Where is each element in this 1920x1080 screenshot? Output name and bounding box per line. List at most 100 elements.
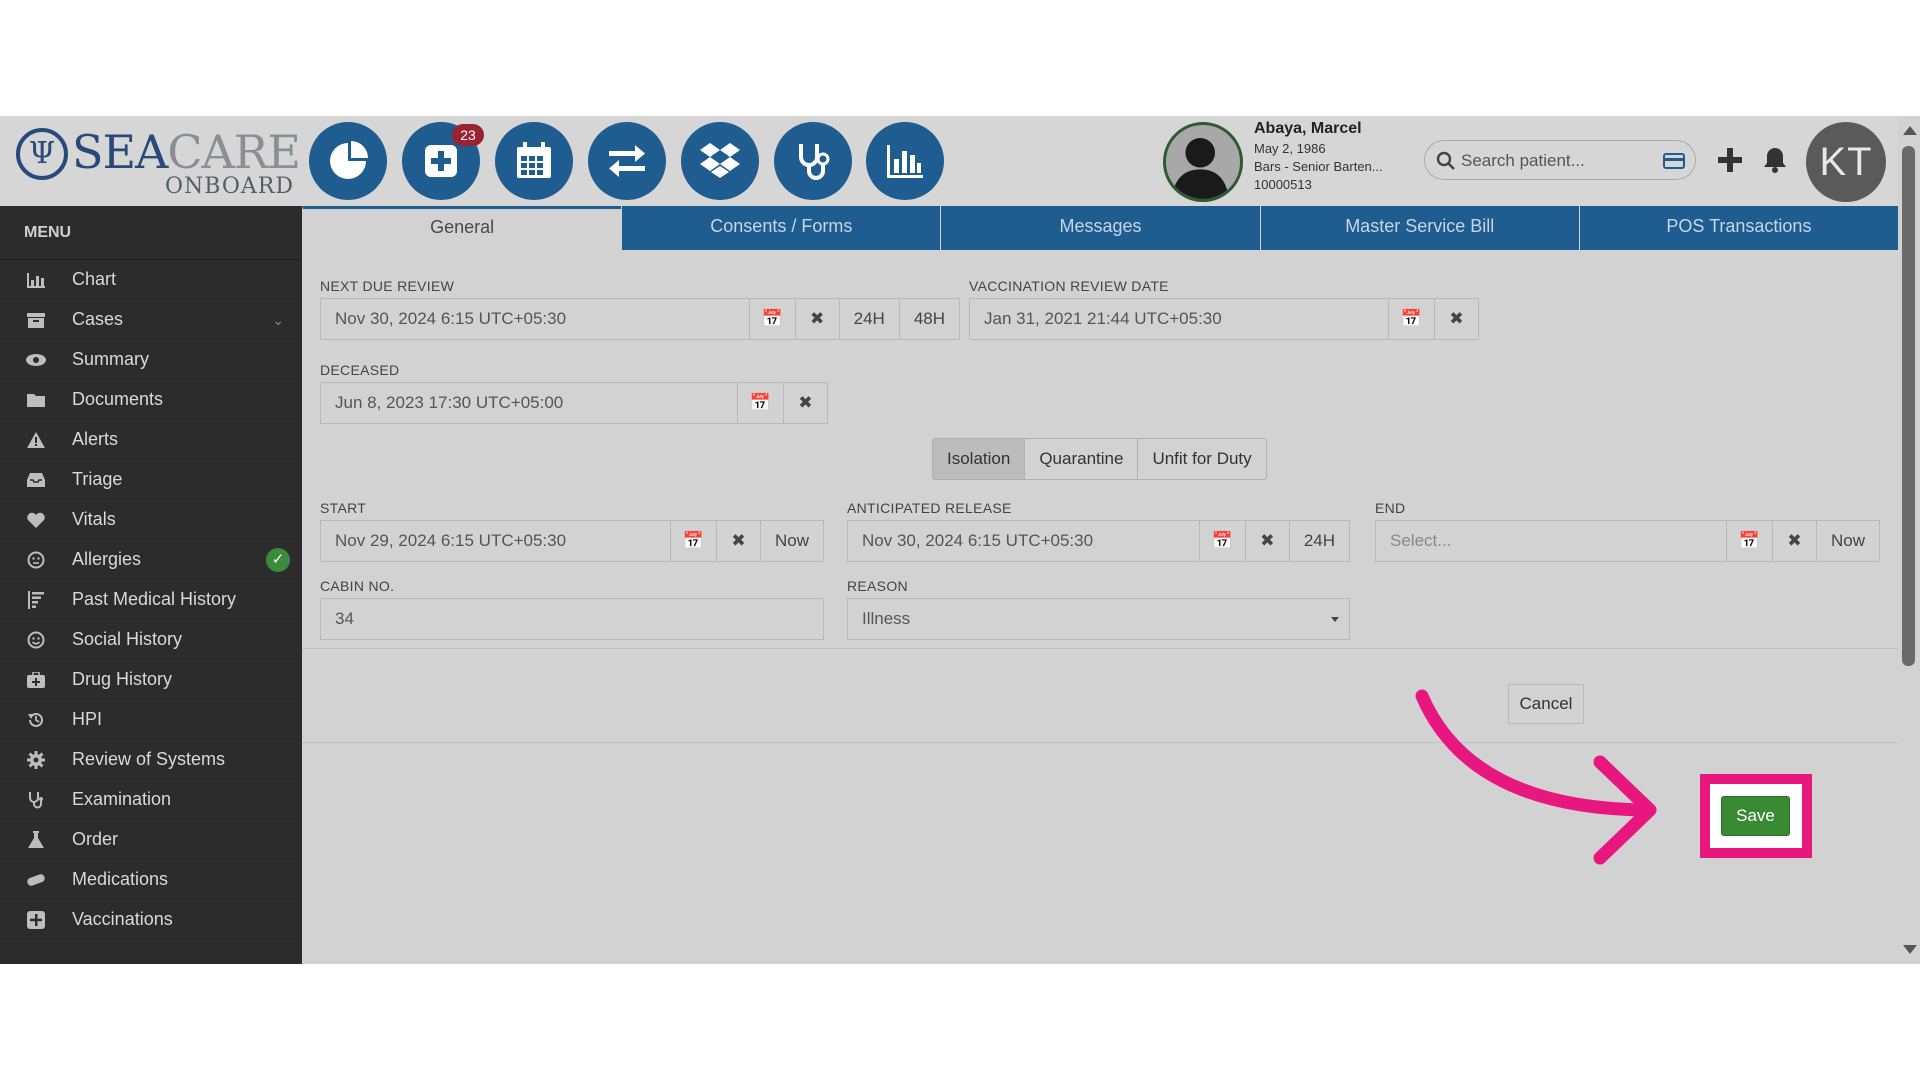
transfer-button[interactable] [588,122,666,200]
calendar-icon[interactable]: 📅 [669,521,716,561]
sidebar-item-medications[interactable]: Medications [0,860,302,900]
next-due-48h-button[interactable]: 48H [898,299,959,339]
start-now-button[interactable]: Now [759,521,823,561]
face-icon [24,548,48,572]
seacare-logo[interactable]: Ψ SEACARE ONBOARD [14,124,301,200]
next-due-review-label: NEXT DUE REVIEW [320,278,455,294]
clear-icon[interactable]: ✖ [1434,299,1478,339]
sidebar-item-drug-history[interactable]: Drug History [0,660,302,700]
next-due-review-input[interactable]: Nov 30, 2024 6:15 UTC+05:30 [321,299,749,339]
end-input[interactable]: Select... [1376,521,1726,561]
scrollbar-thumb[interactable] [1902,146,1915,666]
end-now-button[interactable]: Now [1815,521,1879,561]
user-avatar[interactable]: KT [1806,122,1886,202]
sidebar-item-order[interactable]: Order [0,820,302,860]
tab-pos-transactions[interactable]: POS Transactions [1578,206,1899,250]
sidebar-item-vaccinations[interactable]: Vaccinations [0,900,302,940]
sidebar-item-documents[interactable]: Documents [0,380,302,420]
sidebar-item-vitals[interactable]: Vitals [0,500,302,540]
anticipated-release-input[interactable]: Nov 30, 2024 6:15 UTC+05:30 [848,521,1199,561]
scroll-down-arrow-icon[interactable] [1903,945,1917,954]
cabin-input[interactable]: 34 [321,599,823,639]
calendar-icon[interactable]: 📅 [1388,299,1434,339]
sidebar-item-label: Chart [72,269,117,289]
tab-general[interactable]: General [302,206,622,250]
next-due-24h-button[interactable]: 24H [838,299,899,339]
anticipated-24h-button[interactable]: 24H [1288,521,1349,561]
scroll-up-arrow-icon[interactable] [1903,126,1917,135]
clear-icon[interactable]: ✖ [1244,521,1289,561]
sidebar-item-label: Vaccinations [72,909,173,929]
cases-icon [24,308,48,332]
patient-name: Abaya, Marcel [1254,120,1362,137]
add-button[interactable] [1714,140,1746,180]
cabin-field: 34 [320,598,824,640]
vaccination-review-label: VACCINATION REVIEW DATE [969,278,1169,294]
reports-button[interactable] [866,122,944,200]
patient-info: Abaya, Marcel May 2, 1986 Bars - Senior … [1254,120,1414,192]
trident-logo-icon: Ψ [16,128,68,180]
calendar-icon[interactable]: 📅 [1198,521,1245,561]
plus-square-icon [24,908,48,932]
calendar-button[interactable] [495,122,573,200]
dashboard-button[interactable] [309,122,387,200]
clear-icon[interactable]: ✖ [783,383,827,423]
notifications-button[interactable] [1758,140,1792,180]
clear-icon[interactable]: ✖ [715,521,760,561]
clear-icon[interactable]: ✖ [794,299,839,339]
sidebar-item-alerts[interactable]: Alerts [0,420,302,460]
tab-messages[interactable]: Messages [940,206,1260,250]
add-case-button[interactable]: 23 [402,122,484,200]
status-type-toggle: Isolation Quarantine Unfit for Duty [932,438,1267,480]
sidebar-item-summary[interactable]: Summary [0,340,302,380]
search-input[interactable] [1461,147,1651,175]
transfer-icon [609,145,645,177]
patient-photo[interactable] [1163,122,1243,202]
save-button[interactable]: Save [1721,796,1790,836]
vertical-scrollbar[interactable] [1898,116,1920,964]
sidebar-item-examination[interactable]: Examination [0,780,302,820]
sidebar-item-review-of-systems[interactable]: Review of Systems [0,740,302,780]
start-input[interactable]: Nov 29, 2024 6:15 UTC+05:30 [321,521,670,561]
start-field: Nov 29, 2024 6:15 UTC+05:30 📅 ✖ Now [320,520,824,562]
calendar-icon[interactable]: 📅 [748,299,795,339]
id-card-icon[interactable] [1663,152,1685,170]
calendar-icon[interactable]: 📅 [737,383,783,423]
vaccination-review-input[interactable]: Jan 31, 2021 21:44 UTC+05:30 [970,299,1388,339]
reason-label: REASON [847,578,908,594]
stethoscope-button[interactable] [774,122,852,200]
dropbox-button[interactable] [681,122,759,200]
quarantine-option[interactable]: Quarantine [1024,439,1137,479]
sidebar-item-chart[interactable]: Chart [0,260,302,300]
bar-chart-icon [24,268,48,292]
sidebar-item-cases[interactable]: Cases ⌄ [0,300,302,340]
sidebar-item-allergies[interactable]: Allergies ✓ [0,540,302,580]
inbox-icon [24,468,48,492]
calendar-icon[interactable]: 📅 [1725,521,1772,561]
next-due-review-field: Nov 30, 2024 6:15 UTC+05:30 📅 ✖ 24H 48H [320,298,960,340]
start-label: START [320,500,367,516]
reason-select[interactable]: Illness [847,598,1350,640]
sidebar-item-social-history[interactable]: Social History [0,620,302,660]
deceased-input[interactable]: Jun 8, 2023 17:30 UTC+05:00 [321,383,737,423]
stethoscope-icon [799,144,830,180]
sidebar-item-hpi[interactable]: HPI [0,700,302,740]
add-case-icon [425,145,457,177]
history-list-icon [24,588,48,612]
tab-consents-forms[interactable]: Consents / Forms [621,206,941,250]
checkmark-icon: ✓ [266,548,290,572]
deceased-label: DECEASED [320,362,400,378]
tab-master-service-bill[interactable]: Master Service Bill [1259,206,1579,250]
sidebar-item-triage[interactable]: Triage [0,460,302,500]
clear-icon[interactable]: ✖ [1771,521,1816,561]
medkit-icon [24,668,48,692]
plus-icon [1718,148,1742,172]
unfit-for-duty-option[interactable]: Unfit for Duty [1137,439,1265,479]
patient-id: 10000513 [1254,177,1312,192]
sidebar-item-label: Drug History [72,669,173,689]
sidebar-item-past-medical-history[interactable]: Past Medical History [0,580,302,620]
isolation-option[interactable]: Isolation [933,439,1025,479]
patient-dob: May 2, 1986 [1254,141,1326,156]
cancel-button[interactable]: Cancel [1508,684,1584,724]
chevron-down-icon[interactable]: ⌄ [272,312,284,329]
